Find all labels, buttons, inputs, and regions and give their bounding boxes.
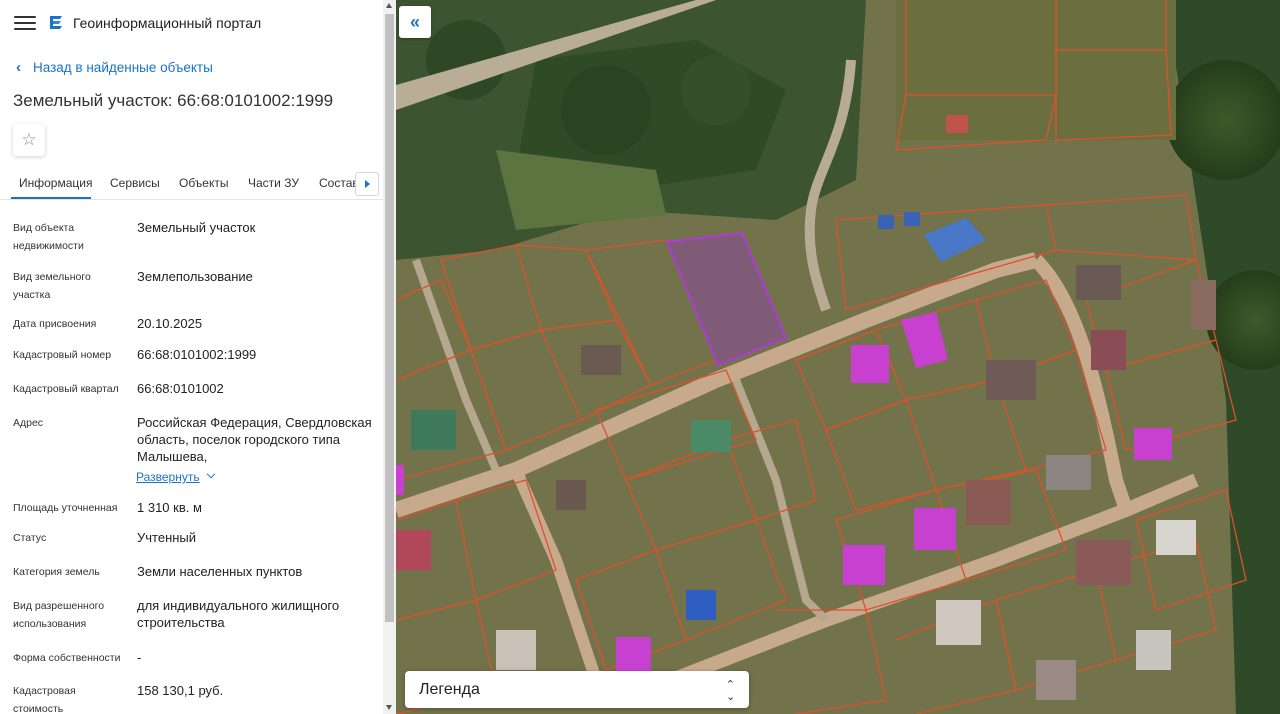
field-value-status: Учтенный: [137, 530, 197, 545]
field-label-permitted-use: Вид разрешенного использования: [13, 600, 105, 630]
field-value-area: 1 310 кв. м: [137, 500, 202, 515]
scroll-down-arrow-icon[interactable]: [386, 705, 392, 710]
field-label-cadastral-quarter: Кадастровый квартал: [13, 383, 119, 395]
tabs-scroll-right-button[interactable]: [355, 172, 379, 196]
up-down-chevron-icon: ⌃ ⌃: [725, 678, 735, 701]
collapse-panel-button[interactable]: «: [399, 6, 431, 38]
tab-services[interactable]: Сервисы: [110, 176, 160, 190]
app-title: Геоинформационный портал: [73, 15, 262, 31]
field-value-ownership: -: [137, 650, 142, 665]
portal-logo-icon: [50, 16, 62, 29]
field-label-parcel-type: Вид земельного участка: [13, 271, 91, 301]
chevron-down-icon: [206, 469, 215, 479]
star-icon: ☆: [21, 130, 37, 149]
field-value-cadastral-number: 66:68:0101002:1999: [137, 347, 257, 362]
scroll-up-arrow-icon[interactable]: [386, 3, 392, 8]
field-label-object-type: Вид объекта недвижимости: [13, 222, 84, 252]
hamburger-menu-icon[interactable]: [14, 14, 36, 32]
field-value-parcel-type: Землепользование: [137, 269, 253, 284]
caret-right-icon: [364, 180, 370, 188]
chevron-left-icon: ‹: [16, 59, 21, 76]
back-link-label: Назад в найденные объекты: [33, 60, 213, 75]
expand-link-label: Развернуть: [136, 470, 200, 484]
field-value-cadastral-value: 158 130,1 руб.: [137, 683, 224, 698]
field-label-cadastral-value: Кадастровая стоимость: [13, 685, 76, 714]
field-value-address: Российская Федерация, Свердловская облас…: [137, 415, 372, 464]
back-to-results-link[interactable]: ‹ Назад в найденные объекты: [16, 59, 213, 76]
active-tab-indicator: [11, 197, 91, 199]
object-title: Земельный участок: 66:68:0101002:1999: [13, 91, 334, 110]
tab-bar: Информация Сервисы Объекты Части ЗУ Сост…: [0, 168, 383, 200]
favorite-star-button[interactable]: ☆: [13, 124, 45, 156]
tab-parts[interactable]: Части ЗУ: [248, 176, 299, 190]
field-value-object-type: Земельный участок: [137, 220, 256, 235]
scrollbar-thumb[interactable]: [385, 14, 394, 622]
info-panel: Геоинформационный портал ‹ Назад в найде…: [0, 0, 396, 714]
top-header: Геоинформационный портал: [0, 0, 383, 46]
field-value-cadastral-quarter: 66:68:0101002: [137, 381, 224, 396]
map-view[interactable]: « Легенда ⌃ ⌃: [396, 0, 1280, 714]
app-root: Геоинформационный портал ‹ Назад в найде…: [0, 0, 1280, 714]
field-label-ownership: Форма собственности: [13, 652, 121, 664]
tab-objects[interactable]: Объекты: [179, 176, 229, 190]
legend-dropdown[interactable]: Легенда ⌃ ⌃: [405, 671, 749, 708]
tab-composition[interactable]: Состав: [319, 176, 357, 190]
field-value-permitted-use: для индивидуального жилищного строительс…: [137, 598, 340, 630]
field-label-status: Статус: [13, 532, 47, 544]
field-label-assign-date: Дата присвоения: [13, 318, 97, 330]
double-chevron-left-icon: «: [409, 11, 420, 32]
field-label-land-category: Категория земель: [13, 566, 100, 578]
field-label-address: Адрес: [13, 417, 44, 429]
tab-information[interactable]: Информация: [19, 176, 92, 190]
field-value-land-category: Земли населенных пунктов: [137, 564, 303, 579]
expand-address-link[interactable]: Развернуть: [136, 469, 215, 484]
field-value-assign-date: 20.10.2025: [137, 316, 203, 331]
satellite-map-image: [396, 0, 1280, 714]
legend-label: Легенда: [419, 680, 480, 698]
panel-scrollbar[interactable]: [383, 0, 396, 714]
field-label-cadastral-number: Кадастровый номер: [13, 349, 112, 361]
field-label-area: Площадь уточненная: [13, 502, 118, 514]
